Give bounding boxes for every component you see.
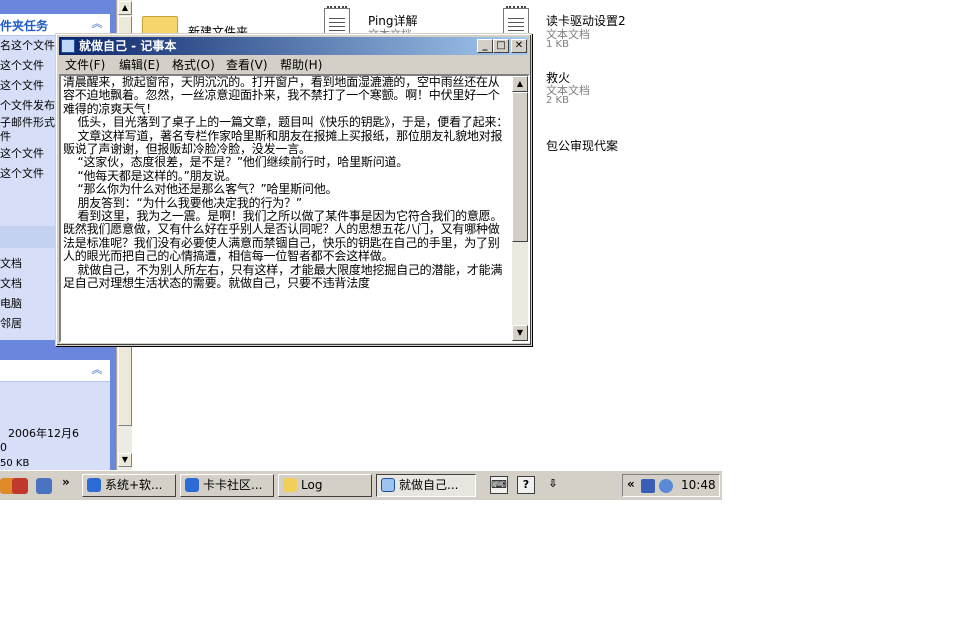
notepad-window: 就做自己 - 记事本 _ □ ✕ 文件(F) 编辑(E) 格式(O) 查看(V)… bbox=[55, 33, 532, 346]
details-header[interactable]: ︽ bbox=[0, 360, 110, 382]
folder-icon bbox=[283, 478, 297, 492]
menu-file[interactable]: 文件(F) bbox=[65, 57, 105, 73]
clock[interactable]: 10:48 bbox=[681, 478, 716, 492]
quicklaunch-desktop-icon[interactable] bbox=[36, 478, 52, 494]
quicklaunch-more-icon[interactable]: » bbox=[62, 475, 70, 489]
menu-edit[interactable]: 编辑(E) bbox=[119, 57, 160, 73]
taskbar-button-log[interactable]: Log bbox=[278, 474, 372, 497]
scroll-down-button[interactable]: ▼ bbox=[512, 325, 528, 341]
quicklaunch-app-icon[interactable] bbox=[12, 478, 28, 494]
taskbar-button-kaka[interactable]: 卡卡社区... bbox=[180, 474, 274, 497]
scroll-thumb[interactable] bbox=[512, 92, 528, 242]
ie-icon bbox=[87, 478, 101, 492]
taskbar-button-label: Log bbox=[301, 478, 323, 492]
collapse-chevron-icon[interactable]: ︽ bbox=[90, 363, 104, 377]
taskbar-button-system[interactable]: 系统+软... bbox=[82, 474, 176, 497]
close-button[interactable]: ✕ bbox=[511, 39, 527, 53]
file-size: 1 KB bbox=[546, 39, 569, 50]
system-tray: « 10:48 bbox=[622, 474, 720, 497]
tray-expand-icon[interactable]: « bbox=[627, 477, 635, 491]
menu-format[interactable]: 格式(O) bbox=[172, 57, 215, 73]
window-title: 就做自己 - 记事本 bbox=[79, 39, 177, 53]
scroll-up-button[interactable]: ▲ bbox=[512, 76, 528, 92]
notepad-vertical-scrollbar[interactable]: ▲ ▼ bbox=[512, 76, 528, 341]
minimize-button[interactable]: _ bbox=[477, 39, 493, 53]
keyboard-icon[interactable]: ⌨ bbox=[490, 476, 508, 494]
notepad-title-bar[interactable]: 就做自己 - 记事本 _ □ ✕ bbox=[59, 37, 528, 55]
file-item-baogong[interactable]: 包公审现代案 bbox=[503, 134, 703, 154]
file-name: 包公审现代案 bbox=[546, 139, 619, 153]
taskbar-button-label: 系统+软... bbox=[105, 478, 163, 492]
scroll-up-button[interactable]: ▲ bbox=[118, 1, 132, 15]
taskbar: » 系统+软... 卡卡社区... Log 就做自己... ⌨ ? ⇩ « 10… bbox=[0, 470, 722, 500]
file-size: 2 KB bbox=[546, 95, 569, 106]
maximize-button[interactable]: □ bbox=[493, 39, 509, 53]
collapse-chevron-icon[interactable]: ︽ bbox=[90, 17, 104, 31]
ie-icon bbox=[185, 478, 199, 492]
help-icon[interactable]: ? bbox=[517, 476, 535, 494]
notepad-icon bbox=[381, 478, 395, 492]
file-item-card-driver[interactable]: 读卡驱动设置2 文本文档 1 KB bbox=[503, 6, 703, 52]
language-bar-icon[interactable]: ⇩ bbox=[544, 476, 562, 494]
notepad-menu-bar: 文件(F) 编辑(E) 格式(O) 查看(V) 帮助(H) bbox=[59, 56, 528, 74]
notepad-app-icon[interactable] bbox=[61, 39, 75, 53]
menu-help[interactable]: 帮助(H) bbox=[280, 57, 322, 73]
network-icon[interactable] bbox=[641, 479, 655, 493]
document-text[interactable]: 清晨醒来，掀起窗帘，天阴沉沉的。打开窗户，看到地面湿漉漉的，空中雨丝还在从容不迫… bbox=[63, 76, 511, 341]
security-shield-icon[interactable] bbox=[659, 479, 673, 493]
taskbar-button-notepad[interactable]: 就做自己... bbox=[376, 474, 476, 497]
notepad-edit-area[interactable]: 清晨醒来，掀起窗帘，天阴沉沉的。打开窗户，看到地面湿漉漉的，空中雨丝还在从容不迫… bbox=[59, 74, 530, 343]
details-size: 50 KB bbox=[0, 458, 30, 469]
details-panel: ︽ 2006年12月6 0 50 KB bbox=[0, 360, 110, 470]
file-item-fire[interactable]: 救火 文本文档 2 KB bbox=[503, 66, 703, 110]
menu-view[interactable]: 查看(V) bbox=[226, 57, 268, 73]
taskbar-button-label: 卡卡社区... bbox=[203, 478, 263, 492]
taskbar-button-label: 就做自己... bbox=[399, 478, 459, 492]
scroll-down-button[interactable]: ▼ bbox=[118, 453, 132, 467]
desktop-screen: 件夹任务 ︽ 名这个文件 这个文件 这个文件 个文件发布 子邮件形式 件 这个文… bbox=[0, 0, 962, 629]
details-date: 2006年12月6 bbox=[8, 427, 79, 440]
folder-tasks-title: 件夹任务 bbox=[0, 19, 49, 33]
